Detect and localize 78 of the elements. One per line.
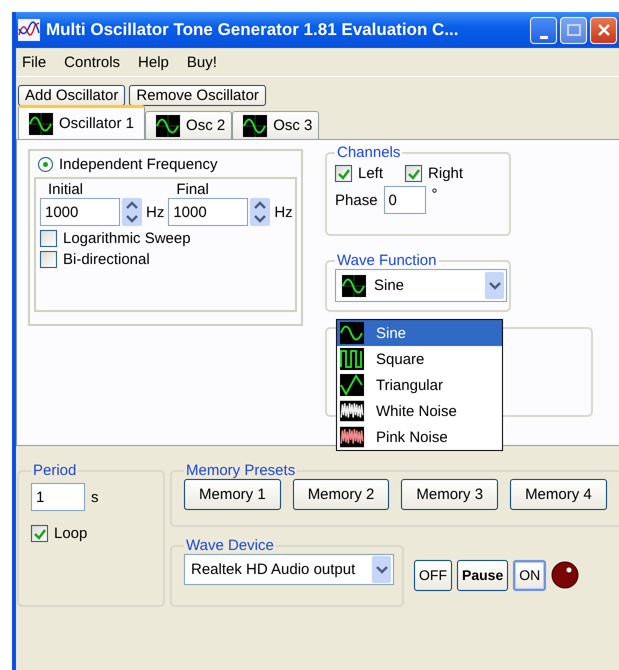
menu-item[interactable]: Help [138,54,169,70]
wave-dropdown[interactable]: Sine [335,269,507,302]
checkbox[interactable] [31,525,48,542]
close-button[interactable] [590,16,617,44]
tab[interactable]: Oscillator 1 [18,105,146,139]
transport-button[interactable]: OFF [414,560,452,590]
app-icon [18,19,40,41]
dropdown-option[interactable]: Sine [337,320,502,346]
unit-label: ° [432,186,438,203]
menu-item[interactable]: File [22,54,46,70]
close-icon [596,23,610,37]
unit-label: Hz [146,204,164,220]
checkbox[interactable] [335,165,352,182]
sine-wave-icon [342,274,366,296]
phase-field[interactable]: 0 [384,186,426,214]
maximize-icon [566,24,580,36]
group-title: Memory Presets [185,462,296,479]
memory-button[interactable]: Memory 3 [401,479,498,510]
transport-button[interactable]: ON [513,560,546,590]
device-dropdown[interactable]: Realtek HD Audio output [184,554,394,585]
spin-button[interactable] [250,198,270,226]
checkbox-label: Left [358,165,384,182]
unit-label: s [91,488,98,506]
checkbox[interactable] [40,251,57,268]
chevron-down-icon [488,282,500,290]
check-icon [406,166,421,180]
sine-wave-icon [340,322,364,344]
period-field[interactable]: 1 [31,483,85,511]
unit-label: Hz [274,204,293,220]
window-title: Multi Oscillator Tone Generator 1.81 Evaluation C... [46,20,460,40]
sine-wave-icon [243,114,268,136]
dropdown-option[interactable]: Square [337,346,502,372]
menu-item[interactable]: Buy! [186,54,217,70]
transport-button[interactable]: Pause [457,560,508,590]
dropdown-arrow-button[interactable] [372,556,391,583]
spin-button[interactable] [122,198,142,226]
dropdown-arrow-button[interactable] [485,272,504,299]
menu-item[interactable]: Controls [64,54,120,70]
field-label: Initial [47,181,84,198]
maximize-button[interactable] [560,16,587,44]
tab[interactable]: Osc 2 [145,111,232,139]
radio-button[interactable] [38,157,53,172]
sine-wave-icon [29,112,53,134]
phase-label: Phase [335,192,378,208]
memory-button[interactable]: Memory 2 [292,479,390,510]
dropdown-option[interactable]: Pink Noise [337,424,502,450]
frequency-field[interactable]: 1000 [40,198,120,226]
group-title: Wave Function [336,252,438,269]
memory-button[interactable]: Memory 4 [510,479,607,510]
check-icon [32,526,46,540]
chevron-down-icon [376,566,388,574]
field-label: Final [175,181,210,198]
status-light-icon [551,561,580,589]
tab[interactable]: Osc 3 [232,111,320,139]
noise-icon [340,426,364,448]
minimize-icon [540,36,548,38]
group-title: Channels [336,144,402,161]
frequency-field[interactable]: 1000 [168,198,248,226]
checkbox-label: Right [428,165,464,182]
radio-label: Independent Frequency [59,156,218,173]
group-title: Period [32,462,78,479]
triangle-wave-icon [340,374,364,396]
group-title: Wave Device [185,537,275,554]
check-icon [336,166,350,180]
square-wave-icon [340,348,364,370]
toolbar-button[interactable]: Remove Oscillator [129,85,266,106]
checkbox-label: Bi-directional [63,251,150,268]
toolbar-button[interactable]: Add Oscillator [18,85,126,106]
checkbox-label: Loop [54,525,88,542]
checkbox[interactable] [40,230,57,247]
checkbox[interactable] [405,165,422,182]
dropdown-option[interactable]: Triangular [337,372,502,398]
noise-icon [340,400,364,422]
dropdown-option[interactable]: White Noise [337,398,502,424]
checkbox-label: Logarithmic Sweep [63,230,191,247]
sine-wave-icon [156,114,180,136]
minimize-button[interactable] [530,16,557,44]
memory-button[interactable]: Memory 1 [184,479,281,510]
